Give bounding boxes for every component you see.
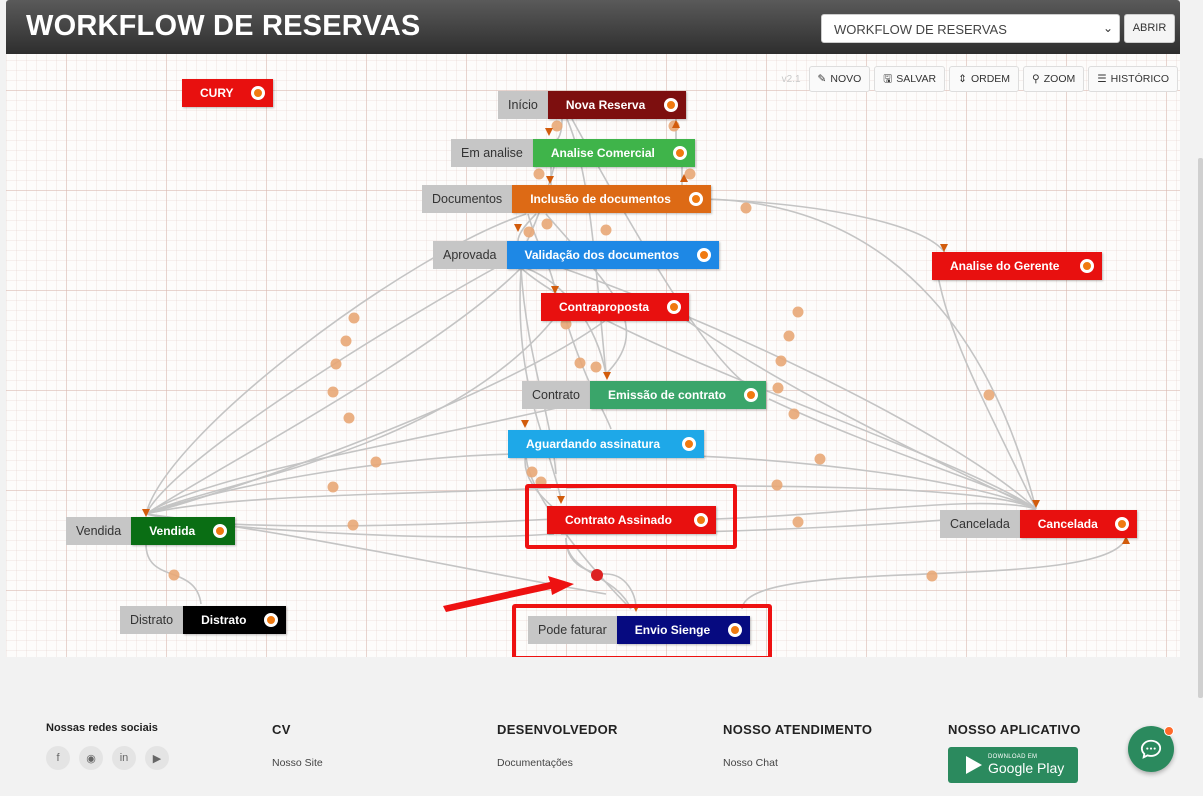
node-box[interactable]: Contraproposta [541, 293, 689, 321]
chat-icon [1140, 739, 1162, 759]
node-label: Vendida [66, 517, 132, 545]
footer-heading: CV [272, 722, 291, 737]
chevron-down-icon: ⌄ [1102, 21, 1113, 35]
page-scrollbar[interactable] [1198, 158, 1203, 698]
node-box[interactable]: Distrato [183, 606, 287, 634]
page-footer: Nossas redes sociais f ◉ in ▶ CV Nosso S… [0, 672, 1203, 796]
node-box[interactable]: Nova Reserva [547, 91, 686, 119]
node-contrato-assinado[interactable]: Contrato Assinado [547, 506, 716, 534]
footer-link-docs[interactable]: Documentações [497, 757, 618, 769]
google-play-button[interactable]: DOWNLOAD EM Google Play [948, 747, 1078, 783]
node-box[interactable]: Vendida [131, 517, 236, 545]
node-box[interactable]: Cancelada [1019, 510, 1137, 538]
node-label: Em analise [451, 139, 533, 167]
version-label: v2.1 [781, 73, 801, 85]
workflow-canvas[interactable]: v2.1 ✎ NOVO 🖫 SALVAR ⇕ ORDEM ⚲ ZOOM ☰ HISTÓRI… [6, 54, 1180, 657]
zoom-button[interactable]: ⚲ ZOOM [1023, 66, 1085, 92]
ordem-button[interactable]: ⇕ ORDEM [949, 66, 1020, 92]
node-label: Aprovada [433, 241, 507, 269]
node-label: Cancelada [940, 510, 1020, 538]
connector-dot[interactable] [727, 623, 742, 637]
node-label: Documentos [422, 185, 513, 213]
google-play-icon [966, 756, 982, 774]
workflow-select[interactable]: WORKFLOW DE RESERVAS ⌄ [821, 14, 1120, 43]
connector-dot[interactable] [682, 437, 696, 451]
canvas-toolbar: v2.1 ✎ NOVO 🖫 SALVAR ⇕ ORDEM ⚲ ZOOM ☰ HISTÓRI… [782, 66, 1178, 92]
node-box[interactable]: Validação dos documentos [506, 241, 719, 269]
node-label: Contrato [522, 381, 590, 409]
historico-button[interactable]: ☰ HISTÓRICO [1088, 66, 1178, 92]
connector-dot[interactable] [672, 146, 687, 160]
chat-button[interactable] [1128, 726, 1174, 772]
node-analise-comercial[interactable]: Em analise Analise Comercial [451, 139, 695, 167]
connector-dot[interactable] [694, 513, 708, 527]
connector-dot[interactable] [663, 98, 678, 112]
connector-dot[interactable] [1114, 517, 1129, 531]
footer-col-dev: DESENVOLVEDOR Documentações [497, 722, 618, 769]
node-cancelada[interactable]: Cancelada Cancelada [940, 510, 1137, 538]
connector-dot[interactable] [743, 388, 758, 402]
pencil-icon: ✎ [817, 73, 827, 85]
node-box[interactable]: Analise Comercial [532, 139, 695, 167]
footer-col-atendimento: NOSSO ATENDIMENTO Nosso Chat [723, 722, 872, 769]
node-label: Distrato [120, 606, 184, 634]
node-contraproposta[interactable]: Contraproposta [541, 293, 689, 321]
novo-button[interactable]: ✎ NOVO [808, 66, 871, 92]
notification-badge [1164, 726, 1174, 736]
youtube-icon[interactable]: ▶ [145, 746, 169, 770]
node-inclusao-documentos[interactable]: Documentos Inclusão de documentos [422, 185, 712, 213]
node-envio-sienge[interactable]: Pode faturar Envio Sienge [528, 616, 750, 644]
node-box[interactable]: Envio Sienge [616, 616, 750, 644]
node-analise-gerente[interactable]: Analise do Gerente [932, 252, 1102, 280]
footer-col-app: NOSSO APLICATIVO DOWNLOAD EM Google Play [948, 722, 1081, 783]
node-box[interactable]: Emissão de contrato [589, 381, 766, 409]
node-cury[interactable]: CURY [182, 79, 273, 107]
search-icon: ⚲ [1032, 73, 1040, 85]
connector-dot[interactable] [696, 248, 711, 262]
connector-dot[interactable] [1080, 259, 1094, 273]
connector-dot[interactable] [264, 613, 279, 627]
connector-dot[interactable] [667, 300, 681, 314]
footer-heading: NOSSO APLICATIVO [948, 722, 1081, 737]
sort-icon: ⇕ [958, 73, 967, 85]
node-label: Pode faturar [528, 616, 617, 644]
page-title: WORKFLOW DE RESERVAS [26, 10, 421, 42]
workflow-select-value: WORKFLOW DE RESERVAS [834, 22, 1007, 37]
node-emissao-contrato[interactable]: Contrato Emissão de contrato [522, 381, 766, 409]
connector-dot[interactable] [689, 192, 704, 206]
node-distrato[interactable]: Distrato Distrato [120, 606, 287, 634]
node-box[interactable]: CURY [182, 79, 273, 107]
instagram-icon[interactable]: ◉ [79, 746, 103, 770]
salvar-button[interactable]: 🖫 SALVAR [874, 66, 946, 92]
node-box[interactable]: Contrato Assinado [547, 506, 716, 534]
node-label: Início [498, 91, 548, 119]
node-box[interactable]: Inclusão de documentos [512, 185, 712, 213]
linkedin-icon[interactable]: in [112, 746, 136, 770]
footer-social: Nossas redes sociais f ◉ in ▶ [46, 722, 169, 770]
footer-link-chat[interactable]: Nosso Chat [723, 757, 872, 769]
node-box[interactable]: Aguardando assinatura [508, 430, 704, 458]
footer-col-cv: CV Nosso Site [272, 722, 323, 769]
save-icon: 🖫 [883, 73, 893, 85]
connector-dot[interactable] [251, 86, 265, 100]
facebook-icon[interactable]: f [46, 746, 70, 770]
node-box[interactable]: Analise do Gerente [932, 252, 1102, 280]
list-icon: ☰ [1097, 73, 1107, 85]
app-header: WORKFLOW DE RESERVAS WORKFLOW DE RESERVA… [6, 0, 1180, 54]
connector-dot[interactable] [213, 524, 228, 538]
node-vendida[interactable]: Vendida Vendida [66, 517, 236, 545]
footer-heading: NOSSO ATENDIMENTO [723, 722, 873, 737]
footer-link-site[interactable]: Nosso Site [272, 757, 323, 769]
node-validacao-documentos[interactable]: Aprovada Validação dos documentos [433, 241, 719, 269]
gplay-big-text: Google Play [988, 760, 1065, 776]
node-nova-reserva[interactable]: Início Nova Reserva [498, 91, 686, 119]
social-title: Nossas redes sociais [46, 722, 158, 734]
open-button[interactable]: ABRIR [1124, 14, 1175, 43]
node-aguardando-assinatura[interactable]: Aguardando assinatura [508, 430, 704, 458]
footer-heading: DESENVOLVEDOR [497, 722, 618, 737]
